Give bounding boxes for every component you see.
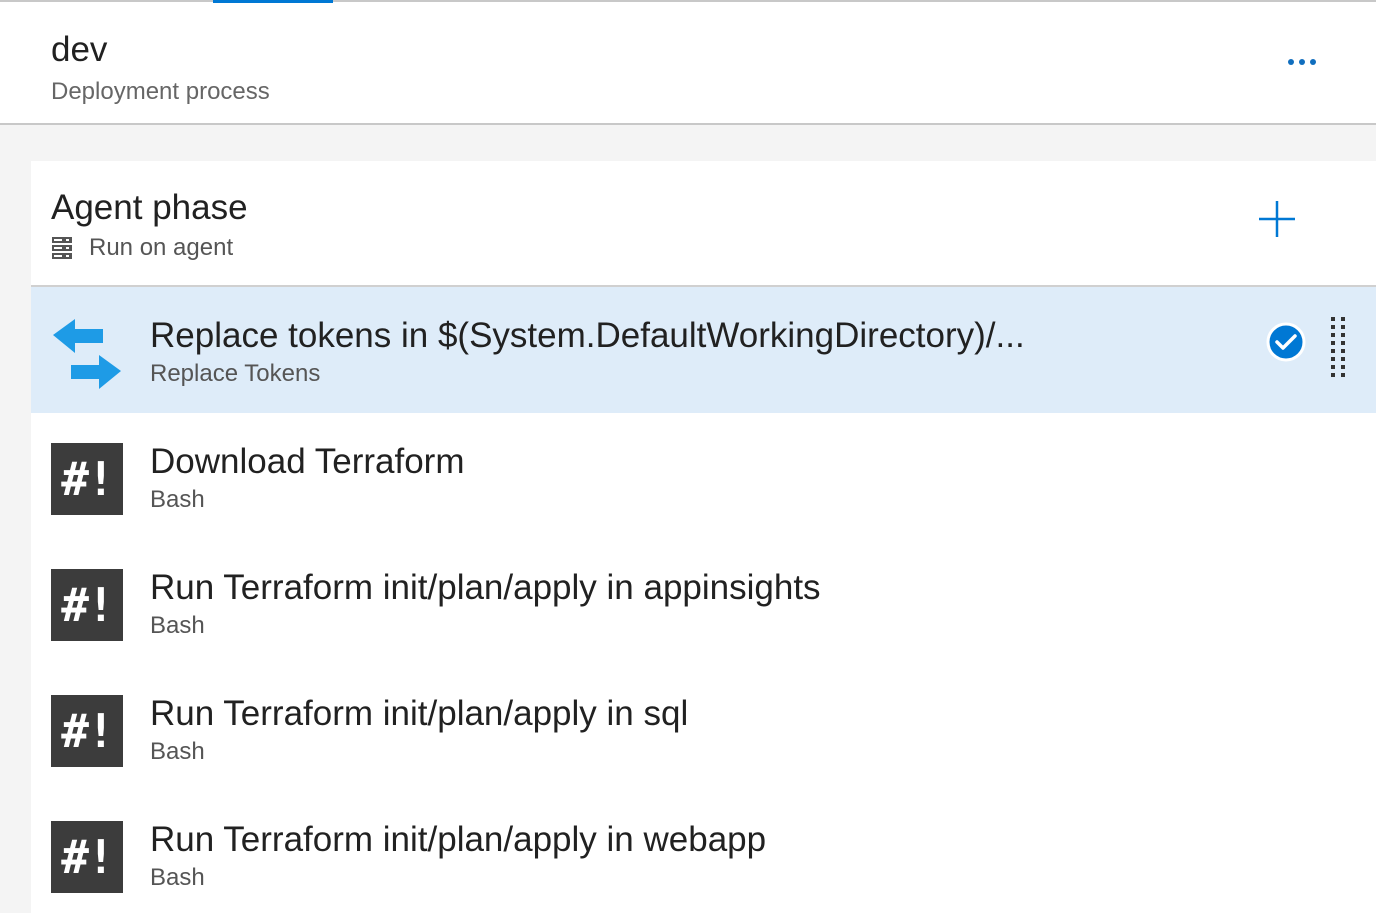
ellipsis-icon (1310, 59, 1316, 65)
task-name: Run Terraform init/plan/apply in appinsi… (150, 568, 821, 607)
environment-title: dev (51, 30, 108, 69)
task-type: Bash (150, 738, 205, 765)
environment-header: dev Deployment process (0, 0, 1376, 125)
bash-icon: #! (51, 569, 123, 641)
bash-icon: #! (51, 443, 123, 515)
task-type: Bash (150, 486, 205, 513)
task-name: Run Terraform init/plan/apply in sql (150, 694, 689, 733)
task-row-terraform-sql[interactable]: #! Run Terraform init/plan/apply in sql … (31, 665, 1376, 791)
phase-subtitle: Run on agent (51, 233, 233, 263)
agent-phase-header[interactable]: Agent phase Run on agent (31, 161, 1376, 287)
task-row-replace-tokens[interactable]: Replace tokens in $(System.DefaultWorkin… (31, 287, 1376, 413)
environment-subtitle: Deployment process (51, 78, 270, 105)
server-icon (52, 237, 72, 259)
agent-phase-panel: Agent phase Run on agent Replace tokens … (31, 161, 1376, 913)
phase-subtitle-label: Run on agent (89, 234, 234, 261)
drag-handle-icon[interactable] (1330, 316, 1348, 380)
replace-tokens-icon (53, 319, 121, 389)
task-type: Replace Tokens (150, 360, 321, 387)
active-tab-indicator (213, 0, 333, 3)
release-pipeline-page: dev Deployment process Agent phase Run o… (0, 0, 1376, 913)
enabled-check-icon[interactable] (1266, 322, 1306, 362)
task-row-terraform-webapp[interactable]: #! Run Terraform init/plan/apply in weba… (31, 791, 1376, 913)
task-name: Download Terraform (150, 442, 465, 481)
ellipsis-icon (1288, 59, 1294, 65)
task-name: Run Terraform init/plan/apply in webapp (150, 820, 767, 859)
task-name: Replace tokens in $(System.DefaultWorkin… (150, 316, 1025, 355)
phase-title: Agent phase (51, 188, 248, 227)
task-row-download-terraform[interactable]: #! Download Terraform Bash (31, 413, 1376, 539)
bash-icon: #! (51, 695, 123, 767)
bash-icon: #! (51, 821, 123, 893)
more-options-button[interactable] (1280, 50, 1324, 74)
task-row-terraform-appinsights[interactable]: #! Run Terraform init/plan/apply in appi… (31, 539, 1376, 665)
ellipsis-icon (1299, 59, 1305, 65)
task-type: Bash (150, 612, 205, 639)
plus-icon[interactable] (1257, 199, 1297, 239)
task-type: Bash (150, 864, 205, 891)
